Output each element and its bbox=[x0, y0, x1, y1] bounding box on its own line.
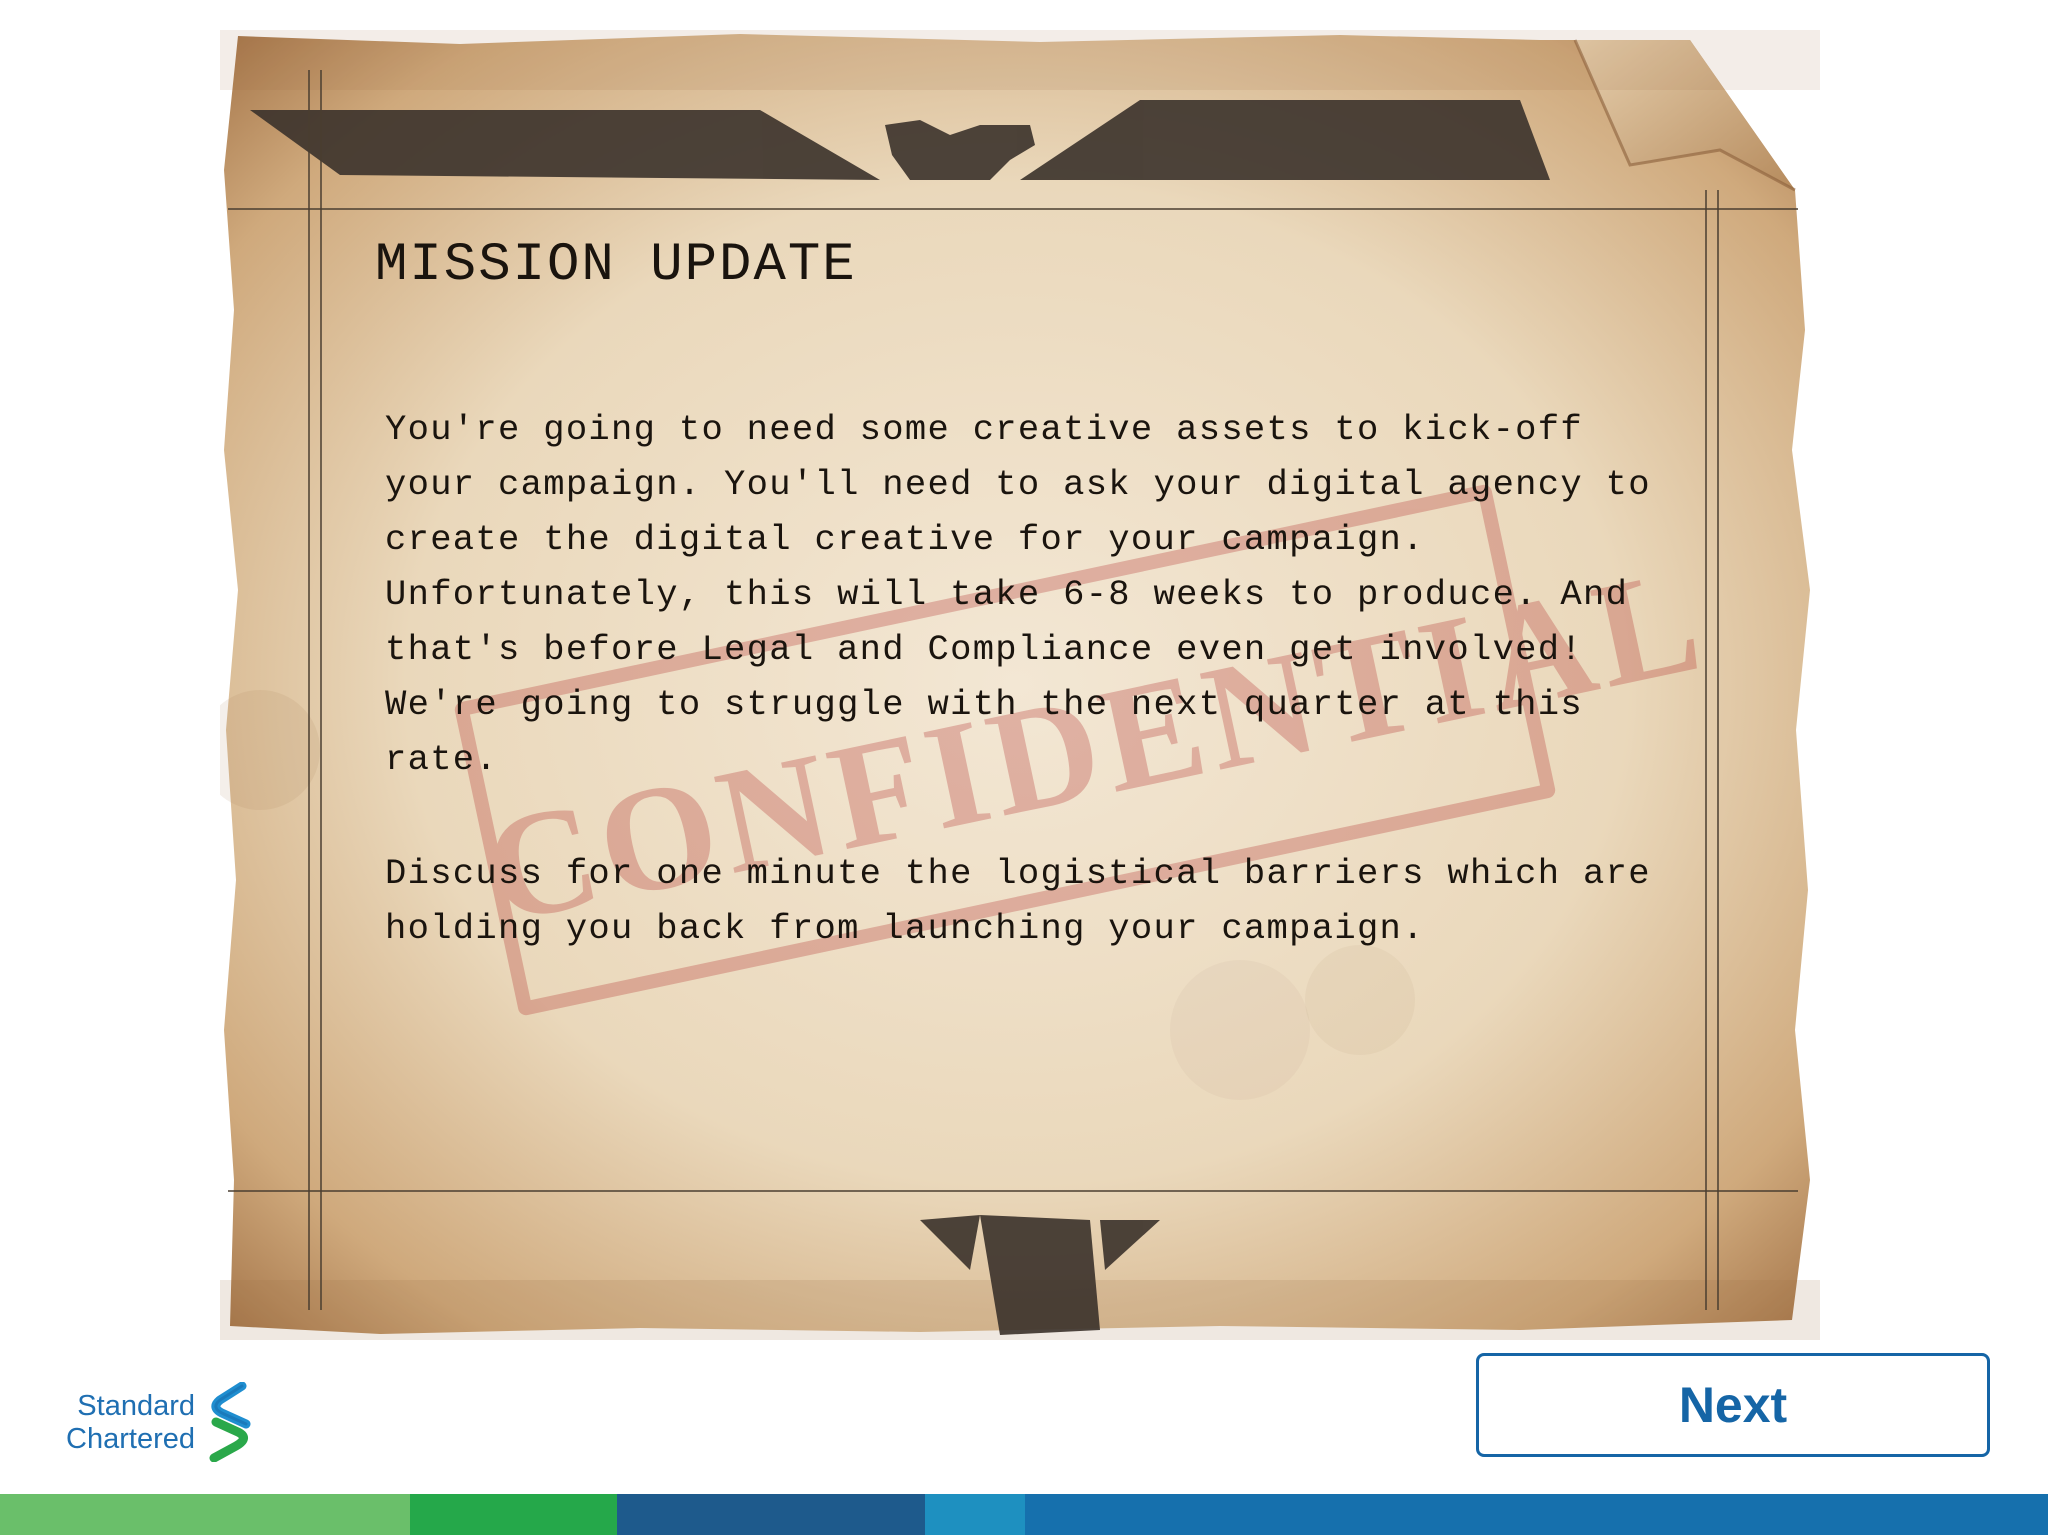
standard-chartered-logo: Standard Chartered bbox=[50, 1382, 260, 1462]
frame-bottom-line bbox=[228, 1190, 1798, 1192]
logo-wordmark: Standard Chartered bbox=[50, 1390, 195, 1456]
logo-line-2: Chartered bbox=[66, 1423, 195, 1455]
frame-right-line-inner bbox=[1717, 190, 1719, 1310]
mission-parchment: CONFIDENTIAL MISSION UPDATE You're going… bbox=[220, 30, 1820, 1340]
strip-segment-dark-blue bbox=[617, 1494, 925, 1535]
strip-segment-light-green bbox=[0, 1494, 410, 1535]
frame-left-line-inner bbox=[320, 70, 322, 1310]
strip-segment-cyan bbox=[925, 1494, 1025, 1535]
frame-left-line bbox=[308, 70, 310, 1310]
frame-top-line bbox=[228, 208, 1798, 210]
mission-paragraph-2: Discuss for one minute the logistical ba… bbox=[385, 853, 1651, 949]
mission-title: MISSION UPDATE bbox=[375, 235, 857, 296]
strip-segment-blue bbox=[1025, 1494, 2048, 1535]
logo-line-1: Standard bbox=[77, 1390, 195, 1422]
strip-segment-green bbox=[410, 1494, 617, 1535]
footer-color-strip bbox=[0, 1494, 2048, 1535]
standard-chartered-logo-icon bbox=[209, 1382, 251, 1462]
next-button[interactable]: Next bbox=[1476, 1353, 1990, 1457]
mission-paragraph-1: You're going to need some creative asset… bbox=[385, 409, 1651, 780]
frame-right-line bbox=[1705, 190, 1707, 1310]
